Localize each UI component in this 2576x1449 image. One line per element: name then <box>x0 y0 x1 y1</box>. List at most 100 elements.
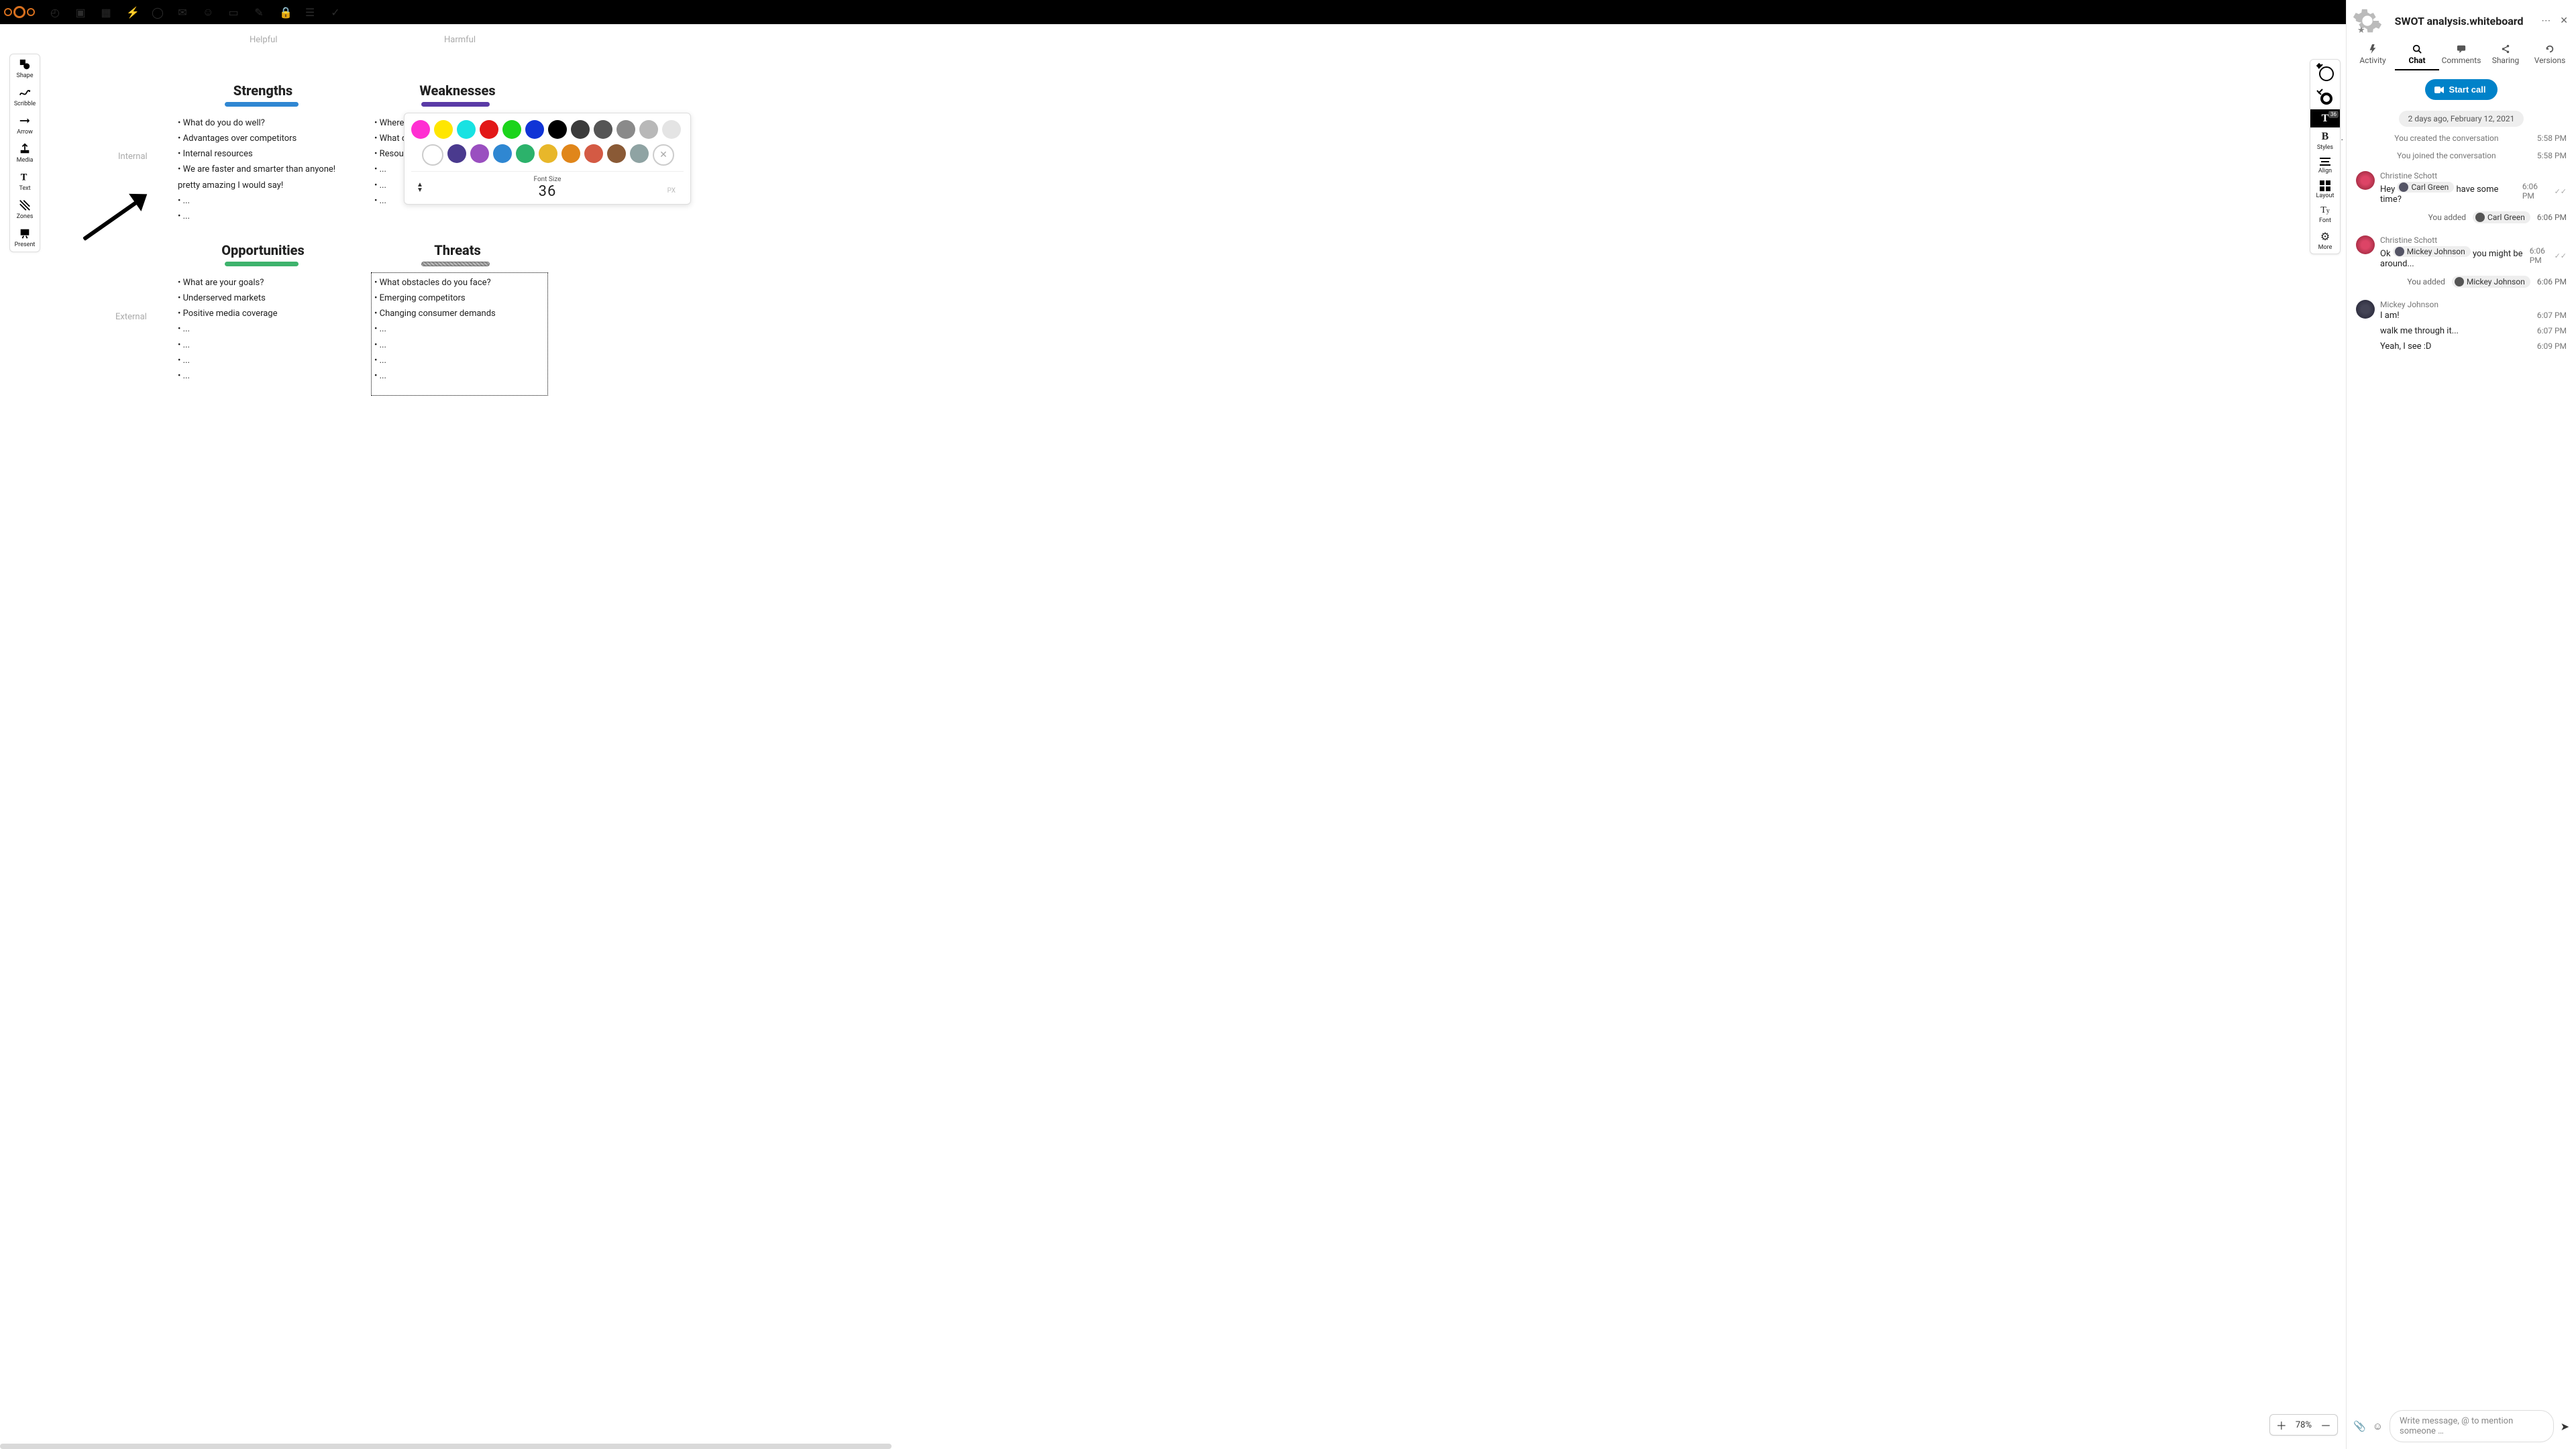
mention-pill[interactable]: Mickey Johnson <box>2393 246 2471 257</box>
list-item: • ... <box>374 321 542 337</box>
send-icon[interactable]: ➤ <box>2561 1420 2569 1433</box>
color-swatch[interactable] <box>525 120 544 139</box>
color-swatch-clear[interactable]: ✕ <box>653 144 674 166</box>
color-swatch[interactable] <box>447 144 466 163</box>
close-icon[interactable]: ✕ <box>2560 15 2568 26</box>
list-item: • What are your goals? <box>178 275 345 290</box>
strengths-underline[interactable] <box>225 102 299 107</box>
tool-text[interactable]: T Text <box>10 167 40 195</box>
gallery-icon[interactable]: ▦ <box>101 6 111 19</box>
text-color-swatch[interactable]: T 36 <box>2310 109 2340 127</box>
color-swatch[interactable] <box>470 144 489 163</box>
tab-versions[interactable]: Versions <box>2528 44 2572 70</box>
system-added-line: You added Mickey Johnson 6:06 PM <box>2356 272 2567 292</box>
tool-zones[interactable]: Zones <box>10 195 40 223</box>
whiteboard-canvas[interactable]: Shape Scribble Arrow Media T Text <box>0 24 2346 1449</box>
avatar-mini <box>2475 213 2485 222</box>
color-swatch[interactable] <box>539 144 557 163</box>
passwords-icon[interactable]: 🔒 <box>279 6 290 19</box>
tab-comments[interactable]: Comments <box>2439 44 2483 70</box>
emoji-icon[interactable]: ☺ <box>2373 1420 2383 1432</box>
rail-font[interactable]: Ty Font <box>2310 202 2340 227</box>
zoom-out-button[interactable]: － <box>2314 1415 2337 1435</box>
tab-activity[interactable]: Activity <box>2351 44 2395 70</box>
app-logo[interactable] <box>4 6 35 18</box>
font-size-value[interactable]: 36 <box>411 183 684 200</box>
color-swatch[interactable] <box>662 120 681 139</box>
pointer-arrow-shape[interactable] <box>67 170 172 271</box>
mention-pill[interactable]: Carl Green <box>2473 211 2530 223</box>
strengths-list[interactable]: • What do you do well? • Advantages over… <box>178 115 345 224</box>
color-swatch[interactable] <box>616 120 635 139</box>
weaknesses-heading[interactable]: Weaknesses <box>390 83 525 99</box>
strengths-heading[interactable]: Strengths <box>196 83 330 99</box>
weaknesses-underline[interactable] <box>421 102 490 107</box>
opportunities-heading[interactable]: Opportunities <box>196 242 330 258</box>
color-swatch[interactable] <box>411 120 430 139</box>
mention-pill[interactable]: Mickey Johnson <box>2452 276 2530 288</box>
font-size-section: ▲▼ Font Size 36 PX <box>411 171 684 200</box>
rail-layout[interactable]: Layout <box>2310 177 2340 202</box>
tab-sharing[interactable]: Sharing <box>2483 44 2528 70</box>
stroke-swatch[interactable] <box>2310 85 2340 109</box>
threats-underline[interactable] <box>421 262 490 266</box>
font-size-stepper[interactable]: ▲▼ <box>417 182 423 193</box>
contacts-icon[interactable]: ☺ <box>203 5 213 19</box>
color-swatch[interactable] <box>571 120 590 139</box>
message-time: 6:06 PM <box>2522 182 2551 201</box>
tool-arrow[interactable]: Arrow <box>10 111 40 139</box>
fill-outline-swatch[interactable] <box>2310 60 2340 85</box>
horizontal-scrollbar[interactable] <box>0 1444 892 1449</box>
color-swatch[interactable] <box>594 120 612 139</box>
list-item: • Internal resources <box>178 146 345 162</box>
threats-list[interactable]: • What obstacles do you face? • Emerging… <box>374 275 542 384</box>
dashboard-icon[interactable]: ◴ <box>50 6 60 19</box>
talk-icon[interactable]: ◯ <box>152 6 162 19</box>
color-swatch[interactable] <box>493 144 512 163</box>
added-prefix: You added <box>2428 213 2466 222</box>
rail-align[interactable]: Align <box>2310 154 2340 177</box>
zoom-in-button[interactable]: ＋ <box>2270 1415 2293 1435</box>
color-swatch[interactable] <box>502 120 521 139</box>
tab-chat[interactable]: Chat <box>2395 44 2439 70</box>
files-icon[interactable]: ▣ <box>75 6 86 19</box>
color-swatch[interactable] <box>607 144 626 163</box>
mail-icon[interactable]: ✉ <box>177 6 188 19</box>
tool-present[interactable]: Present <box>10 223 40 252</box>
color-swatch[interactable] <box>584 144 603 163</box>
opportunities-underline[interactable] <box>225 262 299 266</box>
deck-icon[interactable]: ▭ <box>228 6 239 19</box>
tool-media[interactable]: Media <box>10 139 40 167</box>
activity-icon[interactable]: ⚡ <box>126 6 137 19</box>
added-time: 6:06 PM <box>2537 213 2567 222</box>
attach-icon[interactable]: 📎 <box>2353 1420 2366 1432</box>
color-swatch[interactable] <box>561 144 580 163</box>
chat-log[interactable]: You created the conversation 5:58 PM You… <box>2347 131 2576 1405</box>
rail-more[interactable]: ⚙ More <box>2310 227 2340 254</box>
tool-shape[interactable]: Shape <box>10 54 40 83</box>
color-swatch[interactable] <box>457 120 476 139</box>
font-size-unit: PX <box>667 187 676 195</box>
avatar-mini <box>2399 182 2408 192</box>
mention-pill[interactable]: Carl Green <box>2397 182 2454 193</box>
notes-icon[interactable]: ✎ <box>254 6 264 19</box>
threats-heading[interactable]: Threats <box>390 242 525 258</box>
more-actions-icon[interactable]: ⋯ <box>2541 15 2551 26</box>
color-swatch[interactable] <box>639 120 658 139</box>
color-swatch[interactable] <box>480 120 498 139</box>
color-swatch-outline[interactable] <box>422 144 443 166</box>
opportunities-list[interactable]: • What are your goals? • Underserved mar… <box>178 275 345 384</box>
color-swatch[interactable] <box>630 144 649 163</box>
rail-styles[interactable]: B Styles <box>2310 127 2340 154</box>
favorite-star-icon[interactable]: ★ <box>2357 25 2365 36</box>
color-swatch[interactable] <box>548 120 567 139</box>
list-item: • ... <box>178 209 345 224</box>
start-call-button[interactable]: Start call <box>2425 79 2498 100</box>
message-input[interactable]: Write message, @ to mention someone … <box>2390 1410 2554 1442</box>
color-swatch[interactable] <box>516 144 535 163</box>
tasks-icon[interactable]: ☰ <box>305 6 315 19</box>
tool-scribble[interactable]: Scribble <box>10 83 40 111</box>
avatar <box>2356 300 2375 319</box>
color-swatch[interactable] <box>434 120 453 139</box>
checks-icon[interactable]: ✓ <box>330 6 341 19</box>
